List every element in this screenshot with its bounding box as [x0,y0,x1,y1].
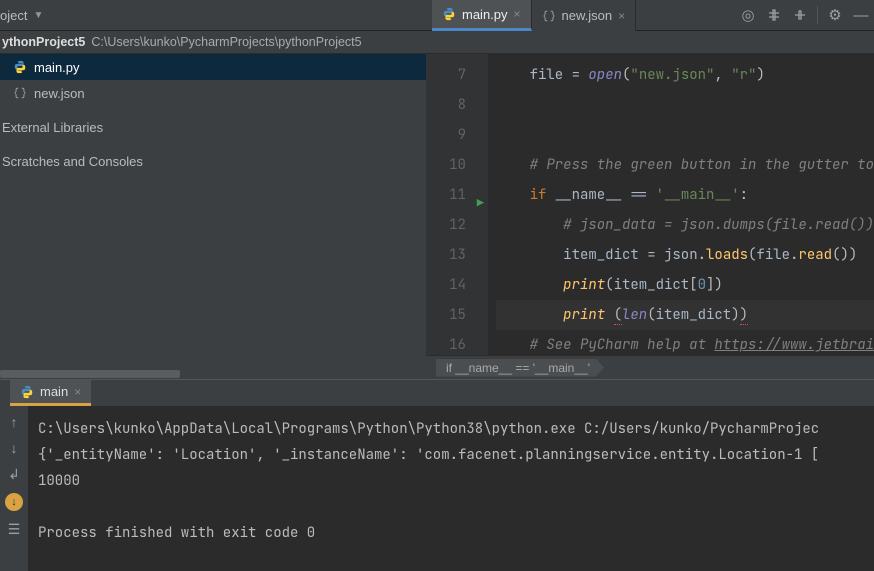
project-label: oject [0,8,27,23]
json-icon [12,85,28,101]
line-number[interactable]: 7 [426,60,488,90]
code-line[interactable]: # See PyCharm help at https://www.jetbra… [496,330,874,355]
code-line[interactable]: file = open("new.json", "r") [496,60,874,90]
console-line: 10000 [38,468,874,494]
crumb-segment[interactable]: if __name__ == '__main__' [436,359,604,377]
line-number[interactable]: 13 [426,240,488,270]
python-icon [12,59,28,75]
line-number[interactable]: 9 [426,120,488,150]
code-line[interactable]: # json_data = json.dumps(file.read()) [496,210,874,240]
chevron-down-icon: ▼ [33,10,43,21]
tree-row[interactable]: External Libraries [0,114,426,140]
tab-label: main.py [462,7,508,22]
line-number[interactable]: 12 [426,210,488,240]
run-gutter: ↑ ↓ ↲ ↓ ☰ [0,406,28,571]
down-arrow-icon[interactable]: ↓ [11,440,18,456]
download-badge-icon[interactable]: ↓ [5,493,23,511]
soft-wrap-icon[interactable]: ↲ [8,466,20,483]
python-icon [442,7,456,21]
project-dropdown[interactable]: oject ▼ [0,8,53,23]
code-line[interactable] [496,120,874,150]
project-tree: main.py new.json External Libraries Scratch… [0,54,426,379]
console-line: {'_entityName': 'Location', '_instanceNa… [38,442,874,468]
close-icon[interactable]: × [514,7,521,21]
line-number[interactable]: 16 [426,330,488,355]
tree-row-label: Scratches and Consoles [2,154,143,169]
code-line[interactable]: # Press the green button in the gutter t… [496,150,874,180]
run-tab-main[interactable]: main × [10,380,91,406]
separator [817,6,818,24]
json-icon [542,9,556,23]
collapse-all-icon[interactable] [787,2,813,28]
project-path: C:\Users\kunko\PycharmProjects\pythonPro… [91,35,361,49]
close-icon[interactable]: × [618,9,625,23]
up-arrow-icon[interactable]: ↑ [11,414,18,430]
line-number[interactable]: 8 [426,90,488,120]
line-number[interactable]: 15 [426,300,488,330]
run-panel: main × ↑ ↓ ↲ ↓ ☰ C:\Users\kunko\AppData\… [0,379,874,571]
code-line[interactable]: item_dict = json.loads(file.read()) [496,240,874,270]
tree-row[interactable]: Scratches and Consoles [0,148,426,174]
tab-new-json[interactable]: new.json × [532,0,637,31]
scrollbar-thumb[interactable] [0,370,180,378]
gear-icon[interactable]: ⚙ [822,2,848,28]
expand-all-icon[interactable] [761,2,787,28]
console-line [38,494,874,520]
tree-row-label: External Libraries [2,120,103,135]
tree-row-label: new.json [34,86,85,101]
console-line: C:\Users\kunko\AppData\Local\Programs\Py… [38,416,874,442]
line-number[interactable]: 11▶ [426,180,488,210]
tree-row[interactable]: new.json [0,80,426,106]
code-area[interactable]: 7891011▶1213141516 file = open("new.json… [426,54,874,355]
run-tabs: main × [0,380,874,406]
code-body[interactable]: file = open("new.json", "r") # Press the… [488,54,874,355]
console-output[interactable]: C:\Users\kunko\AppData\Local\Programs\Py… [28,406,874,571]
editor: 7891011▶1213141516 file = open("new.json… [426,54,874,379]
line-number[interactable]: 14 [426,270,488,300]
code-line[interactable]: if __name__ == '__main__': [496,180,874,210]
tree-row[interactable]: main.py [0,54,426,80]
code-line[interactable]: print (len(item_dict)) [496,300,874,330]
tree-row-label: main.py [34,60,80,75]
filter-icon[interactable]: ☰ [8,521,21,538]
minimize-icon[interactable]: — [848,2,874,28]
project-name: ythonProject5 [2,35,91,49]
breadcrumb: ythonProject5 C:\Users\kunko\PycharmProj… [0,31,874,54]
tab-main-py[interactable]: main.py × [432,0,532,31]
gutter: 7891011▶1213141516 [426,54,488,355]
code-line[interactable]: print(item_dict[0]) [496,270,874,300]
code-line[interactable] [496,90,874,120]
horizontal-scrollbar[interactable] [0,369,426,379]
target-icon[interactable]: ◎ [735,2,761,28]
tab-label: new.json [562,8,613,23]
code-breadcrumb[interactable]: if __name__ == '__main__' [426,355,874,379]
python-icon [20,385,34,399]
editor-tabs: main.py × new.json × [432,0,636,31]
run-tab-label: main [40,384,68,399]
line-number[interactable]: 10 [426,150,488,180]
console-line: Process finished with exit code 0 [38,520,874,546]
close-icon[interactable]: × [74,385,81,399]
